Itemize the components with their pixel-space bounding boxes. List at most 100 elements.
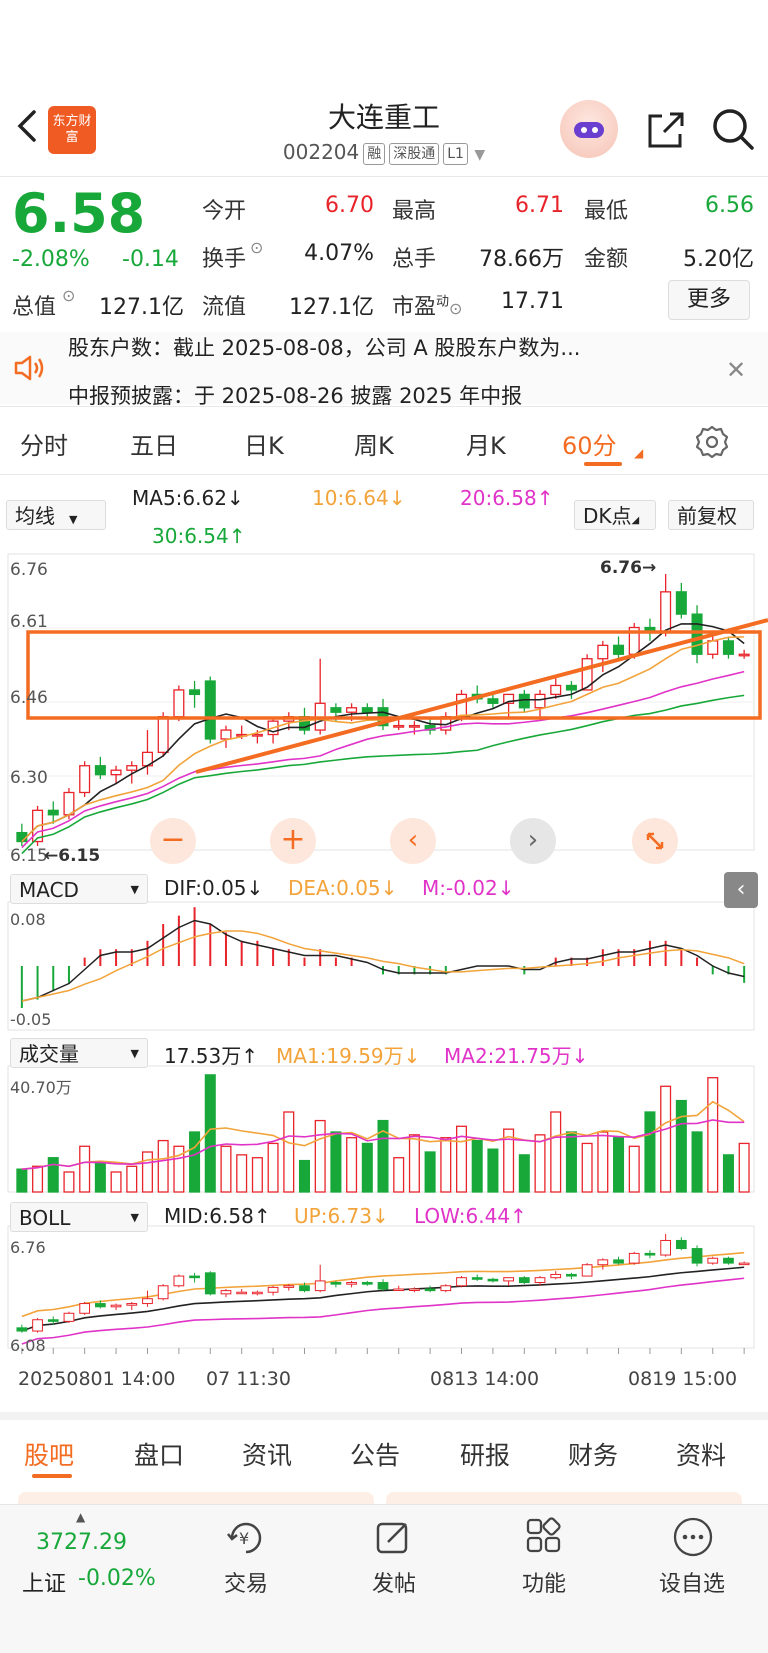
boll-candle <box>691 1248 703 1264</box>
boll-candle <box>16 1327 28 1332</box>
share-icon[interactable] <box>644 108 688 152</box>
zoom-out-button[interactable]: − <box>150 818 196 864</box>
candle <box>455 693 468 718</box>
index-change[interactable]: -0.02% <box>78 1566 156 1591</box>
volume-bar <box>330 1131 342 1193</box>
boll-candle <box>314 1280 326 1292</box>
tab-pankou[interactable]: 盘口 <box>134 1436 184 1472</box>
candle <box>157 716 169 754</box>
volume-bar <box>471 1139 483 1193</box>
tab-research[interactable]: 研报 <box>460 1436 510 1472</box>
tab-profile[interactable]: 资料 <box>676 1436 726 1472</box>
candle <box>189 689 201 696</box>
news-line-1[interactable]: 股东户数：截止 2025-08-08，公司 A 股股东户数为... <box>68 332 688 362</box>
volume-value: 78.66万 <box>479 247 564 272</box>
open-value: 6.70 <box>325 193 374 218</box>
adjust-button[interactable]: 前复权 <box>668 500 754 530</box>
nav-functions[interactable]: 功能 <box>502 1566 586 1598</box>
chevron-down-icon: ▼ <box>130 883 139 896</box>
boll-candle <box>723 1257 734 1264</box>
candle <box>79 765 91 794</box>
chevron-down-icon[interactable]: ▼ <box>474 147 485 163</box>
indicator-select-boll[interactable]: BOLL ▼ <box>10 1202 148 1232</box>
candle <box>346 707 358 713</box>
indicator-select-ma[interactable]: 均线 ▼ <box>6 500 106 530</box>
move-right-button[interactable]: › <box>510 818 556 864</box>
volume-bar <box>565 1131 577 1193</box>
stock-code: 002204 <box>282 140 360 164</box>
index-name[interactable]: 上证 <box>22 1566 66 1598</box>
ma-select-label: 均线 <box>15 504 55 528</box>
info-icon[interactable]: ⊙ <box>449 299 462 318</box>
more-button[interactable]: 更多 <box>668 280 750 320</box>
boll-candle <box>534 1277 546 1284</box>
info-icon[interactable]: ⊙ <box>250 238 263 257</box>
stock-charts[interactable] <box>0 550 768 1412</box>
volume-bar <box>408 1134 420 1193</box>
nav-add-watchlist[interactable]: 设自选 <box>650 1566 734 1598</box>
pe-label: 市盈动⊙ <box>392 289 462 321</box>
candle <box>534 693 546 709</box>
ma10-label: 10:6.64↓ <box>312 486 406 510</box>
dropdown-corner-icon: ◢ <box>631 515 640 526</box>
close-icon[interactable]: ✕ <box>726 356 746 384</box>
indicator-select-macd[interactable]: MACD ▼ <box>10 874 148 904</box>
more-dots-icon[interactable] <box>672 1516 714 1558</box>
tab-monthly-k[interactable]: 月K <box>466 426 506 461</box>
boll-candle <box>283 1285 295 1288</box>
volume-bar <box>393 1157 405 1193</box>
zoom-in-button[interactable]: + <box>270 818 316 864</box>
boll-candle <box>613 1259 624 1264</box>
volume-bar <box>267 1142 279 1193</box>
move-left-button[interactable]: ‹ <box>390 818 436 864</box>
tab-finance[interactable]: 财务 <box>568 1436 618 1472</box>
search-icon[interactable] <box>710 106 756 152</box>
high-value: 6.71 <box>515 193 564 218</box>
volume-select-label: 成交量 <box>19 1042 79 1066</box>
svg-text:¥: ¥ <box>239 1529 249 1548</box>
tab-60min[interactable]: 60分 <box>562 426 617 461</box>
volume-bar <box>63 1171 75 1193</box>
ma30-label: 30:6.54↑ <box>152 524 246 548</box>
vol-y-top: 40.70万 <box>10 1078 72 1097</box>
indicator-select-volume[interactable]: 成交量 ▼ <box>10 1038 148 1068</box>
ai-assistant-icon[interactable] <box>560 100 618 158</box>
tab-news[interactable]: 资讯 <box>242 1436 292 1472</box>
volume-bar <box>487 1148 499 1193</box>
boll-candle <box>675 1239 687 1250</box>
boll-candle <box>487 1278 499 1282</box>
apps-icon[interactable] <box>524 1516 564 1558</box>
compose-icon[interactable] <box>374 1518 414 1558</box>
macd-select-label: MACD <box>19 878 79 902</box>
tab-five-day[interactable]: 五日 <box>130 426 178 461</box>
ma5-label: MA5:6.62↓ <box>132 486 244 510</box>
volume-bar <box>236 1154 248 1193</box>
tab-announcements[interactable]: 公告 <box>350 1436 400 1472</box>
boll-candle <box>550 1273 562 1279</box>
volume-bar <box>298 1159 311 1193</box>
high-label: 最高 <box>392 199 437 224</box>
volume-bar <box>581 1142 593 1193</box>
trade-icon[interactable]: ¥ <box>224 1518 268 1558</box>
candle <box>408 724 420 728</box>
index-value[interactable]: 3727.29 <box>36 1530 127 1555</box>
candle <box>173 689 185 718</box>
volume-bar <box>314 1119 326 1193</box>
boll-candle <box>566 1273 577 1277</box>
tab-guba[interactable]: 股吧 <box>24 1436 74 1472</box>
tab-weekly-k[interactable]: 周K <box>354 426 394 461</box>
settings-gear-icon[interactable] <box>694 424 730 460</box>
volume-bar <box>691 1131 703 1193</box>
tab-intraday[interactable]: 分时 <box>20 426 68 461</box>
collapse-panel-button[interactable]: ‹ <box>724 872 758 908</box>
boll-y-bottom: 6.08 <box>10 1336 46 1355</box>
candle <box>550 684 562 696</box>
nav-post[interactable]: 发帖 <box>352 1566 436 1598</box>
x-label: 07 11:30 <box>206 1368 291 1390</box>
fullscreen-icon[interactable] <box>632 818 678 864</box>
dk-point-button[interactable]: DK点◢ <box>574 500 656 530</box>
last-price: 6.58 <box>12 182 146 245</box>
nav-trade[interactable]: 交易 <box>204 1566 288 1598</box>
tab-daily-k[interactable]: 日K <box>244 426 284 461</box>
info-icon[interactable]: ⊙ <box>62 286 75 305</box>
